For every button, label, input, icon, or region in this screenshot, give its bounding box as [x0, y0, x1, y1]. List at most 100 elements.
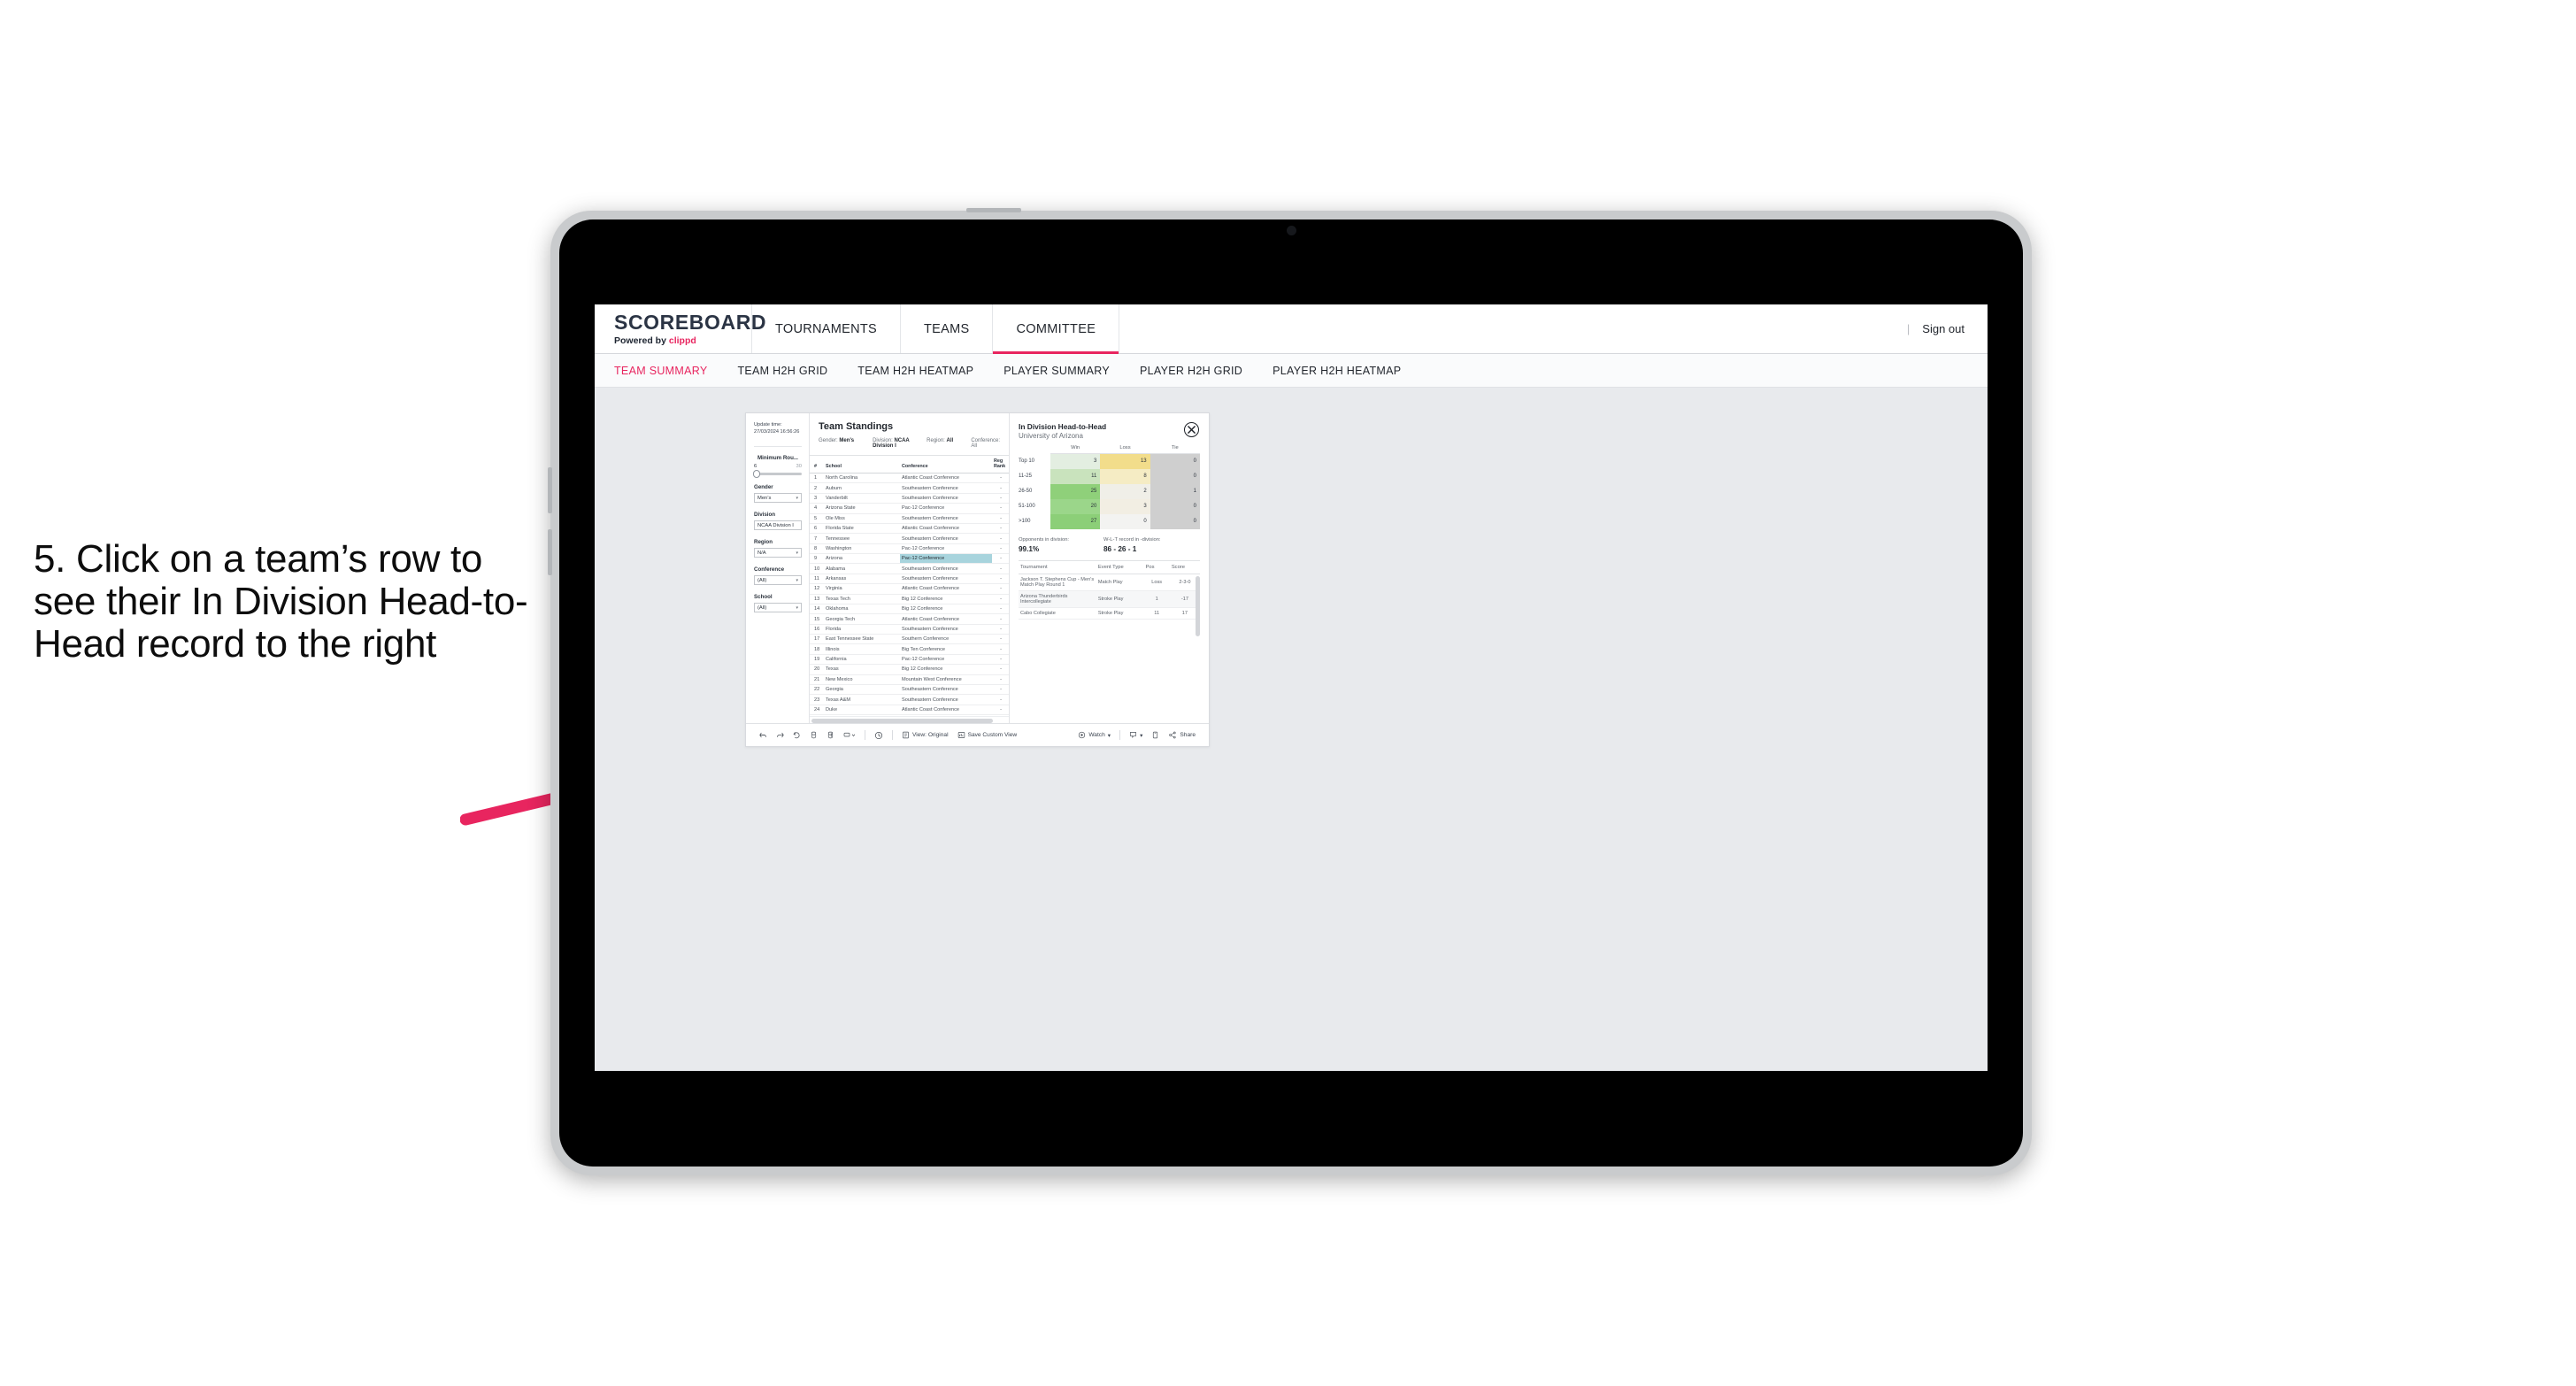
table-row[interactable]: 12VirginiaAtlantic Coast Conference-3824…	[810, 583, 1009, 595]
cell-reg-rank: -	[992, 684, 1009, 696]
table-row[interactable]: 20TexasBig 12 Conference-37200	[810, 664, 1009, 675]
table-row[interactable]: 4Arizona StatePac-12 Conference-19261	[810, 503, 1009, 514]
min-rounds-slider-handle[interactable]	[753, 470, 760, 479]
tournament-row[interactable]: Arizona Thunderbirds Intercollegiate Stro…	[1019, 590, 1200, 608]
h2h-cell-loss: 2	[1100, 483, 1150, 499]
tournament-row[interactable]: Jackson T. Stephens Cup - Men’s Match Pl…	[1019, 574, 1200, 591]
filter-gender-select[interactable]: Men’s ▾	[754, 493, 802, 504]
share-button[interactable]: Share	[1164, 731, 1200, 739]
col-score: Score	[1169, 559, 1200, 574]
topnav-committee[interactable]: COMMITTEE	[993, 304, 1120, 354]
table-row[interactable]: 21New MexicoMountain West Conference-192…	[810, 674, 1009, 685]
redo-icon[interactable]	[772, 731, 788, 739]
close-icon[interactable]	[1184, 422, 1199, 437]
subnav-team-summary[interactable]: TEAM SUMMARY	[614, 365, 707, 377]
cell-conference: Big 12 Conference	[900, 664, 992, 675]
cell-rank: 4	[810, 503, 824, 514]
h2h-cell-tie: 0	[1150, 468, 1200, 484]
meta-gender-value: Men’s	[839, 438, 855, 443]
vertical-scrollbar[interactable]	[1196, 575, 1200, 636]
table-row[interactable]: 22GeorgiaSoutheastern Conference-87211	[810, 684, 1009, 696]
cell-conference: Big 12 Conference	[900, 604, 992, 615]
chevron-down-icon: ▾	[796, 495, 798, 501]
table-row[interactable]: 2AuburnSoutheastern Conference-19276	[810, 482, 1009, 494]
horizontal-scrollbar[interactable]	[810, 716, 1009, 723]
signout-link[interactable]: Sign out	[1922, 322, 1965, 335]
table-row[interactable]: 15 Georgia Tech Atlantic Coast Conference -…	[810, 613, 1009, 625]
cell-rank: 8	[810, 543, 824, 555]
col-reg-rank[interactable]: Reg Rank	[992, 455, 1009, 474]
pause-updates-icon[interactable]	[822, 731, 839, 739]
cell-reg-rank: -	[992, 513, 1009, 524]
cell-reg-rank: -	[992, 473, 1009, 484]
cell-reg-rank: -	[992, 694, 1009, 705]
table-row[interactable]: 23Texas A&MSoutheastern Conference-91030…	[810, 694, 1009, 705]
device-layout-button[interactable]	[1147, 731, 1164, 739]
filter-conference-select[interactable]: (All) ▾	[754, 575, 802, 586]
filter-school-select[interactable]: (All) ▾	[754, 603, 802, 613]
subnav-player-h2h-grid[interactable]: PLAYER H2H GRID	[1140, 365, 1242, 377]
tournaments-scroll[interactable]: Tournament Event Type Pos Score Jackson …	[1019, 553, 1200, 724]
signout-divider: |	[1906, 322, 1911, 335]
filter-region-select[interactable]: N/A ▾	[754, 548, 802, 558]
table-row[interactable]: 7TennesseeSoutheastern Conference-46182	[810, 533, 1009, 544]
col-conference[interactable]: Conference	[900, 455, 992, 474]
cell-event-type: Stroke Play	[1096, 590, 1144, 608]
h2h-title: In Division Head-to-Head	[1019, 422, 1107, 431]
table-row[interactable]: 5Ole MissSoutheastern Conference-36181	[810, 513, 1009, 524]
meta-region: Region: All	[927, 438, 971, 449]
dashboard-toolbar: View: Original Save Custom View Watch ▾	[746, 723, 1209, 746]
cell-conference: Pac-12 Conference	[900, 543, 992, 555]
alert-clock-icon[interactable]	[870, 731, 888, 740]
watch-button[interactable]: Watch ▾	[1073, 731, 1115, 739]
standings-table-scroll[interactable]: # School Conference Reg Rank Conf Rank N…	[810, 455, 1009, 716]
table-row[interactable]: 1 North Carolina Atlantic Coast Conference…	[810, 473, 1009, 484]
min-rounds-slider[interactable]	[753, 470, 802, 479]
standings-table: # School Conference Reg Rank Conf Rank N…	[810, 455, 1009, 716]
revert-icon[interactable]	[788, 731, 805, 739]
cell-reg-rank: -	[992, 643, 1009, 655]
table-row[interactable]: 11ArkansasSoutheastern Conference-68232	[810, 574, 1009, 585]
cell-school: Arizona State	[824, 503, 900, 514]
table-row[interactable]: 9ArizonaPac-12 Conference-38232	[810, 553, 1009, 565]
col-school[interactable]: School	[824, 455, 900, 474]
cell-school: Virginia	[824, 583, 900, 595]
powered-brand: clippd	[668, 335, 696, 346]
rectangle-select-icon[interactable]	[839, 731, 860, 739]
subnav-team-h2h-heatmap[interactable]: TEAM H2H HEATMAP	[857, 365, 973, 377]
scrollbar-thumb[interactable]	[811, 718, 993, 723]
tournament-row[interactable]: Cabo Collegiate Stroke Play 11 17	[1019, 607, 1200, 620]
table-row[interactable]: 8WashingtonPac-12 Conference-28231	[810, 543, 1009, 555]
table-row[interactable]: 19CaliforniaPac-12 Conference-48242	[810, 654, 1009, 666]
table-row[interactable]: 3VanderbiltSoutheastern Conference-28235	[810, 493, 1009, 504]
filter-school-label: School	[754, 594, 773, 601]
refresh-data-icon[interactable]	[805, 731, 822, 739]
table-row[interactable]: 13Texas TechBig 12 Conference-19272	[810, 594, 1009, 604]
table-row[interactable]: 6 Florida State Atlantic Coast Conference -…	[810, 523, 1009, 535]
cell-school: Florida	[824, 624, 900, 635]
cell-reg-rank: -	[992, 654, 1009, 666]
h2h-cell-win: 25	[1050, 483, 1101, 499]
filter-division-select[interactable]: NCAA Division I	[754, 520, 802, 531]
topnav-teams[interactable]: TEAMS	[901, 304, 994, 353]
save-custom-view-button[interactable]: Save Custom View	[953, 731, 1022, 739]
table-row[interactable]: 10AlabamaSoutheastern Conference-58233	[810, 563, 1009, 574]
cell-rank: 10	[810, 563, 824, 574]
col-rank[interactable]: #	[810, 455, 824, 474]
subnav-team-h2h-grid[interactable]: TEAM H2H GRID	[737, 365, 827, 377]
undo-icon[interactable]	[755, 731, 772, 739]
table-row[interactable]: 24DukeAtlantic Coast Conference-59271	[810, 705, 1009, 716]
table-row[interactable]: 16FloridaSoutheastern Conference-79244	[810, 624, 1009, 635]
comment-button[interactable]: ▾	[1125, 731, 1147, 739]
subnav-player-h2h-heatmap[interactable]: PLAYER H2H HEATMAP	[1273, 365, 1401, 377]
view-original-button[interactable]: View: Original	[897, 731, 953, 739]
table-row[interactable]: 17 East Tennessee State Southern Conferenc…	[810, 634, 1009, 645]
subnav-player-summary[interactable]: PLAYER SUMMARY	[1003, 365, 1110, 377]
table-row[interactable]: 18IllinoisBig Ten Conference-18233	[810, 643, 1009, 655]
topnav-tournaments[interactable]: TOURNAMENTS	[752, 304, 902, 353]
table-row[interactable]: 14OklahomaBig 12 Conference-28242	[810, 604, 1009, 615]
chevron-down-icon: ▾	[796, 550, 798, 556]
filter-conference-label: Conference	[754, 566, 785, 574]
device-layout-icon	[1153, 731, 1158, 739]
cell-reg-rank: -	[992, 583, 1009, 595]
